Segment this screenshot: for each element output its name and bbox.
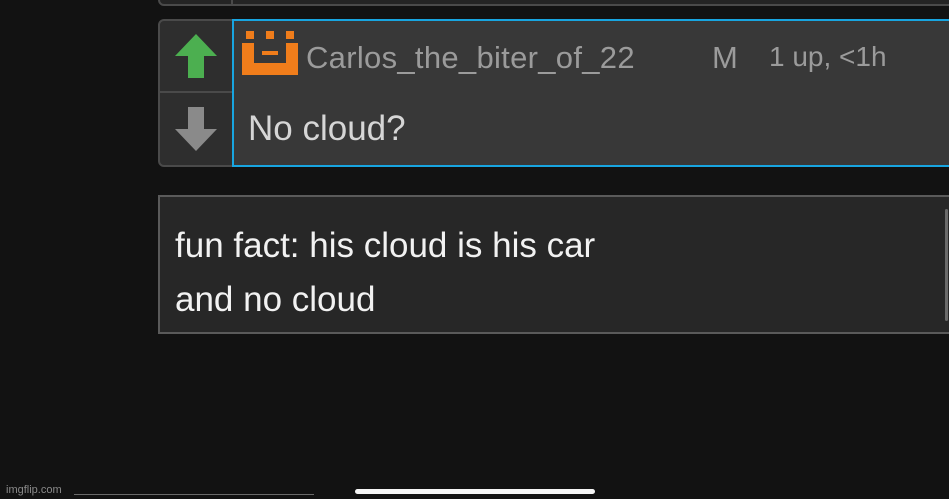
upvote-button[interactable] bbox=[160, 21, 232, 93]
comment-text: No cloud? bbox=[248, 109, 406, 148]
previous-comment bbox=[158, 0, 949, 6]
comment-meta: 1 up, <1h bbox=[769, 41, 887, 72]
up-arrow-icon bbox=[175, 34, 217, 78]
vote-column bbox=[160, 21, 232, 165]
reply-scrollbar[interactable] bbox=[945, 209, 948, 321]
gender-badge: M bbox=[712, 40, 738, 75]
imgflip-watermark: imgflip.com bbox=[6, 484, 62, 496]
comment-body[interactable]: Carlos_the_biter_of_22 M 1 up, <1h No cl… bbox=[232, 19, 949, 167]
reply-text[interactable]: fun fact: his cloud is his car and no cl… bbox=[175, 219, 595, 327]
home-indicator[interactable] bbox=[355, 489, 595, 494]
orange-pixel-crown-icon bbox=[242, 31, 298, 75]
reply-input[interactable]: fun fact: his cloud is his car and no cl… bbox=[158, 195, 949, 334]
footer-divider bbox=[74, 494, 314, 495]
down-arrow-icon bbox=[175, 107, 217, 151]
page: Carlos_the_biter_of_22 M 1 up, <1h No cl… bbox=[0, 0, 949, 499]
reply-line: fun fact: his cloud is his car bbox=[175, 226, 596, 265]
reply-line: and no cloud bbox=[175, 280, 376, 319]
previous-comment-divider bbox=[231, 0, 233, 4]
comment-username[interactable]: Carlos_the_biter_of_22 bbox=[306, 40, 635, 76]
downvote-button[interactable] bbox=[160, 93, 232, 165]
comment-card: Carlos_the_biter_of_22 M 1 up, <1h No cl… bbox=[158, 19, 949, 167]
